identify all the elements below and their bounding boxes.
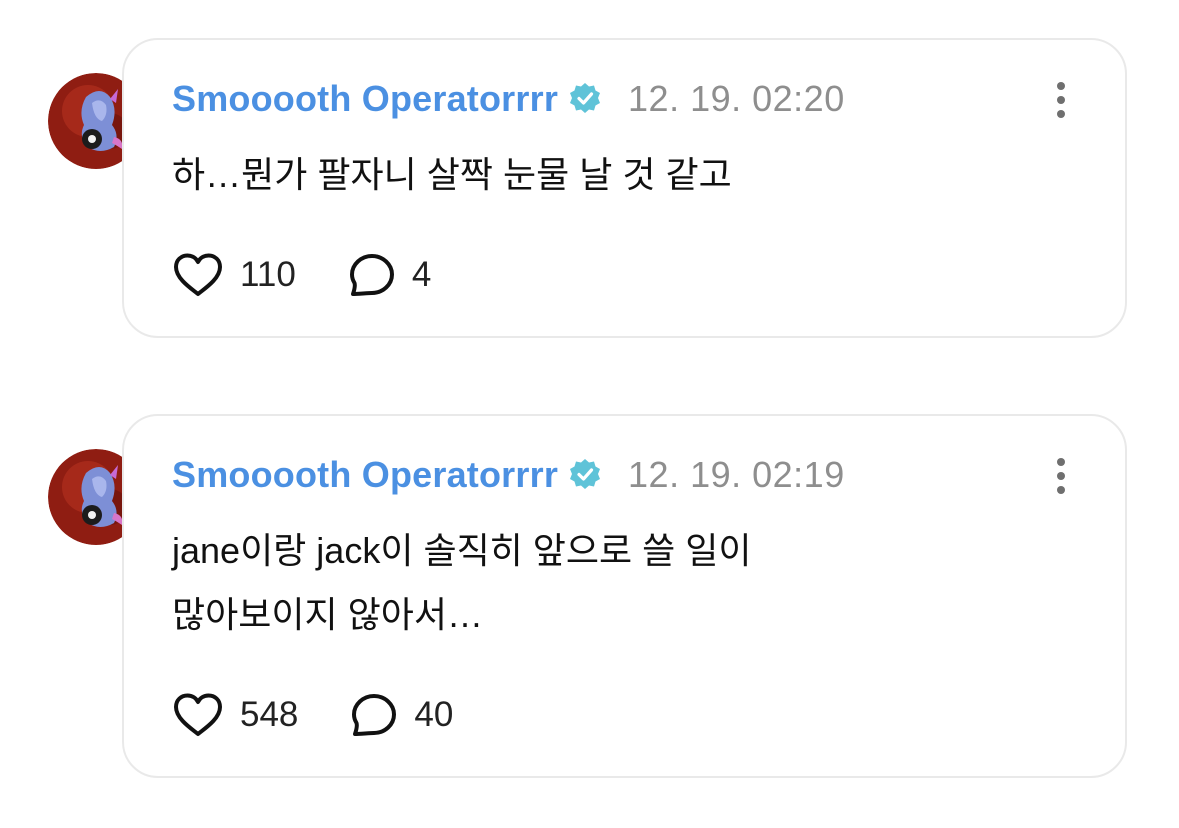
comment-actions: 548 40 (172, 691, 453, 739)
like-button[interactable]: 110 (172, 252, 296, 298)
like-button[interactable]: 548 (172, 692, 298, 738)
comment-header: Smooooth Operatorrrr 12. 19. 02:19 (172, 453, 845, 497)
comment-card: Smooooth Operatorrrr 12. 19. 02:19 jane이… (122, 414, 1127, 778)
like-count: 548 (240, 695, 299, 734)
more-vertical-icon (1057, 458, 1065, 494)
timestamp: 12. 19. 02:20 (628, 78, 845, 119)
speech-bubble-icon (349, 254, 394, 296)
verified-badge-icon (568, 82, 602, 116)
heart-icon (174, 693, 222, 736)
reply-count: 40 (414, 695, 454, 734)
comment-text-line: jane이랑 jack이 솔직히 앞으로 쓸 일이 (172, 530, 752, 571)
username[interactable]: Smooooth Operatorrrr (172, 454, 558, 496)
reply-button[interactable]: 40 (350, 692, 453, 738)
more-options-button[interactable] (1051, 456, 1071, 496)
heart-icon (174, 253, 222, 296)
reply-button[interactable]: 4 (348, 252, 431, 298)
timestamp: 12. 19. 02:19 (628, 454, 845, 495)
comment-text: jane이랑 jack이 솔직히 앞으로 쓸 일이 많아보이지 않아서… (172, 519, 992, 647)
username[interactable]: Smooooth Operatorrrr (172, 78, 558, 120)
comment-text-line: 하…뭔가 팔자니 살짝 눈물 날 것 같고 (172, 154, 732, 195)
more-options-button[interactable] (1051, 80, 1071, 120)
comment-card: Smooooth Operatorrrr 12. 19. 02:20 하…뭔가 … (122, 38, 1127, 338)
reply-count: 4 (411, 255, 432, 294)
verified-badge-icon (568, 458, 602, 492)
more-vertical-icon (1057, 82, 1065, 118)
like-count: 110 (240, 255, 296, 294)
comment-text-line: 많아보이지 않아서… (172, 594, 483, 635)
comment-text: 하…뭔가 팔자니 살짝 눈물 날 것 같고 (172, 143, 992, 207)
comment-actions: 110 4 (172, 251, 431, 299)
comment-header: Smooooth Operatorrrr 12. 19. 02:20 (172, 77, 845, 121)
speech-bubble-icon (352, 694, 397, 736)
